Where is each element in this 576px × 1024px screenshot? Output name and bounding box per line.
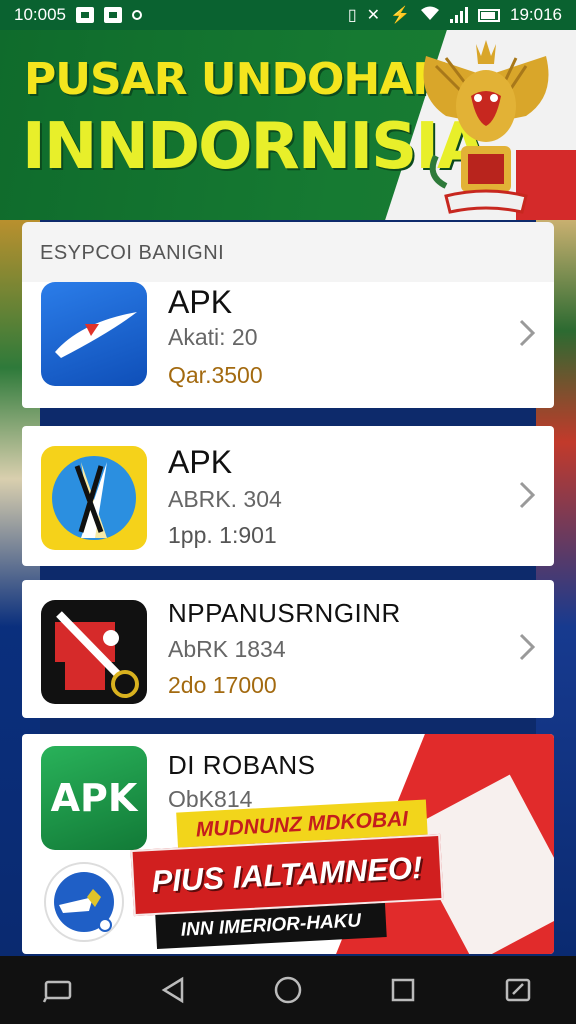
chevron-right-icon (519, 633, 536, 661)
blue-orbit-icon (41, 282, 147, 386)
section-title: ESYPCOI BANIGNI (40, 242, 225, 264)
secondary-app-icon (44, 862, 124, 942)
recent-apps-icon[interactable] (38, 970, 78, 1010)
yellow-compass-icon (41, 446, 147, 550)
app-subtitle: ABRK. 304 (168, 486, 282, 512)
app-title: NPPANUSRNGINR (168, 598, 401, 628)
list-item[interactable]: NPPANUSRNGINR AbRK 1834 2do 17000 (22, 580, 554, 718)
apk-icon-label: APK (50, 776, 138, 820)
status-bar: 10:005 ▯ ✕ ⚡ 19:016 (0, 0, 576, 30)
promo-headline-text: PIUS IALTAMNEO! (150, 849, 424, 900)
mute-icon: ✕ (366, 7, 381, 24)
screenshot-icon[interactable] (498, 970, 538, 1010)
header-banner: PUSAR UNDOHAN INNDORNISIA (0, 30, 576, 220)
app-list: ESYPCOI BANIGNI APK Akati: 20 Qar.3500 A… (22, 222, 554, 954)
navigation-bar (0, 956, 576, 1024)
app-title: APK (168, 444, 233, 480)
battery-icon (478, 8, 500, 22)
app-subtitle: Akati: 20 (168, 324, 258, 350)
vibrate-icon: ▯ (347, 7, 357, 24)
list-item[interactable]: APK ABRK. 304 1pp. 1:901 (22, 426, 554, 566)
overview-icon[interactable] (383, 970, 423, 1010)
chevron-right-icon (519, 319, 536, 347)
back-icon[interactable] (153, 970, 193, 1010)
banner-title: PUSAR UNDOHAN (24, 54, 449, 105)
red-flag-icon (41, 600, 147, 704)
list-item[interactable]: APK Akati: 20 Qar.3500 (22, 282, 554, 408)
list-item[interactable]: APK DI ROBANS ObK814 MUDNUNZ MDKOBAI PIU… (22, 734, 554, 954)
status-time-right: 19:016 (510, 5, 562, 24)
app-price: Qar.3500 (168, 362, 263, 388)
app-price: 1pp. 1:901 (168, 522, 277, 548)
wifi-icon (420, 5, 440, 26)
app-title: DI ROBANS (168, 750, 316, 780)
promo-subline-text: INN IMERIOR-HAKU (180, 910, 362, 941)
app-subtitle: AbRK 1834 (168, 636, 286, 662)
garuda-emblem-icon (423, 40, 549, 214)
notification-dot-icon (132, 10, 142, 20)
app-title: APK (168, 284, 233, 320)
green-apk-icon: APK (41, 746, 147, 850)
status-time-left: 10:005 (14, 5, 66, 24)
notification-icon (76, 7, 94, 23)
section-header: ESYPCOI BANIGNI (22, 222, 554, 286)
signal-icon (450, 7, 468, 23)
signal-off-icon: ⚡ (390, 7, 410, 24)
chevron-right-icon (519, 481, 536, 509)
app-price: 2do 17000 (168, 672, 277, 698)
notification-icon (104, 7, 122, 23)
home-icon[interactable] (268, 970, 308, 1010)
